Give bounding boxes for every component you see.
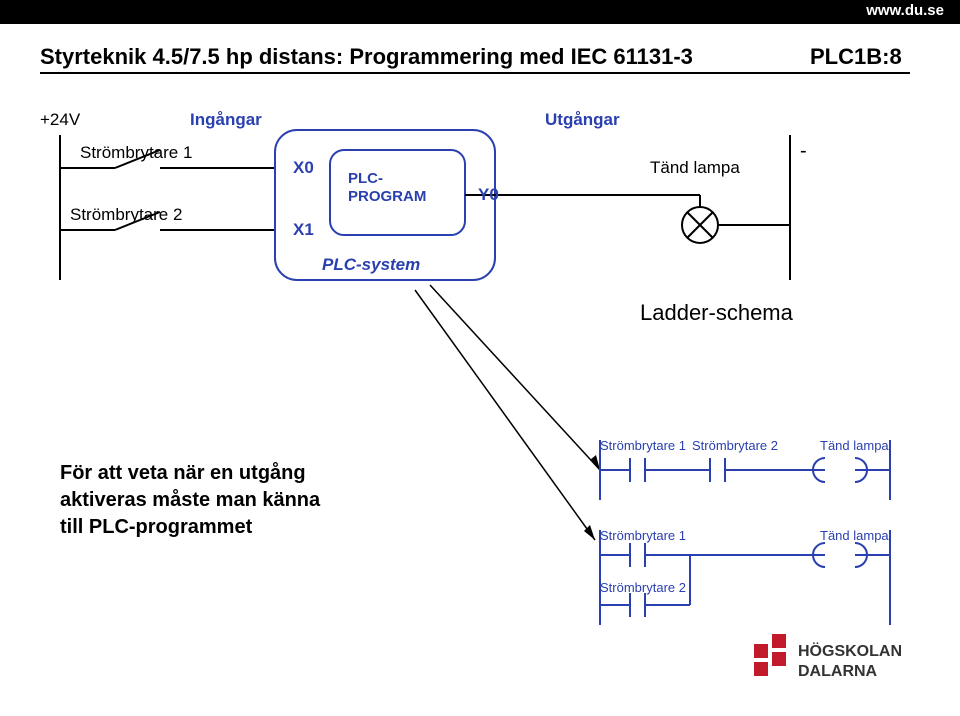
label-switch1: Strömbrytare 1 — [80, 143, 192, 163]
label-minus: - — [800, 140, 807, 163]
label-lamp: Tänd lampa — [650, 158, 740, 178]
logo-line2: DALARNA — [798, 663, 878, 680]
logo: HÖGSKOLAN DALARNA — [750, 626, 930, 696]
label-ladder-caption: Ladder-schema — [640, 300, 793, 326]
ladder1-sw2: Strömbrytare 2 — [692, 438, 778, 453]
label-outputs: Utgångar — [545, 110, 620, 130]
ladder2-sw2: Strömbrytare 2 — [600, 580, 686, 595]
ladder1-lamp: Tänd lampa — [820, 438, 889, 453]
label-y0: Y0 — [478, 185, 499, 205]
ladder2-sw1: Strömbrytare 1 — [600, 528, 686, 543]
para-l1: För att veta när en utgång — [60, 460, 320, 487]
paragraph: För att veta när en utgång aktiveras mås… — [60, 460, 320, 541]
ladder2-lamp: Tänd lampa — [820, 528, 889, 543]
stage: www.du.se Styrteknik 4.5/7.5 hp distans:… — [0, 0, 960, 716]
label-24v: +24V — [40, 110, 80, 130]
logo-line1: HÖGSKOLAN — [798, 641, 902, 660]
label-inputs: Ingångar — [190, 110, 262, 130]
para-l3: till PLC-programmet — [60, 514, 320, 541]
label-switch2: Strömbrytare 2 — [70, 205, 182, 225]
label-plc-line1: PLC- — [348, 170, 383, 187]
para-l2: aktiveras måste man känna — [60, 487, 320, 514]
label-plc-line2: PROGRAM — [348, 188, 426, 205]
label-plc-system: PLC-system — [322, 255, 420, 275]
label-x0: X0 — [293, 158, 314, 178]
diagram-svg — [0, 0, 960, 716]
ladder1-sw1: Strömbrytare 1 — [600, 438, 686, 453]
logo-mark-icon — [754, 634, 786, 676]
label-x1: X1 — [293, 220, 314, 240]
